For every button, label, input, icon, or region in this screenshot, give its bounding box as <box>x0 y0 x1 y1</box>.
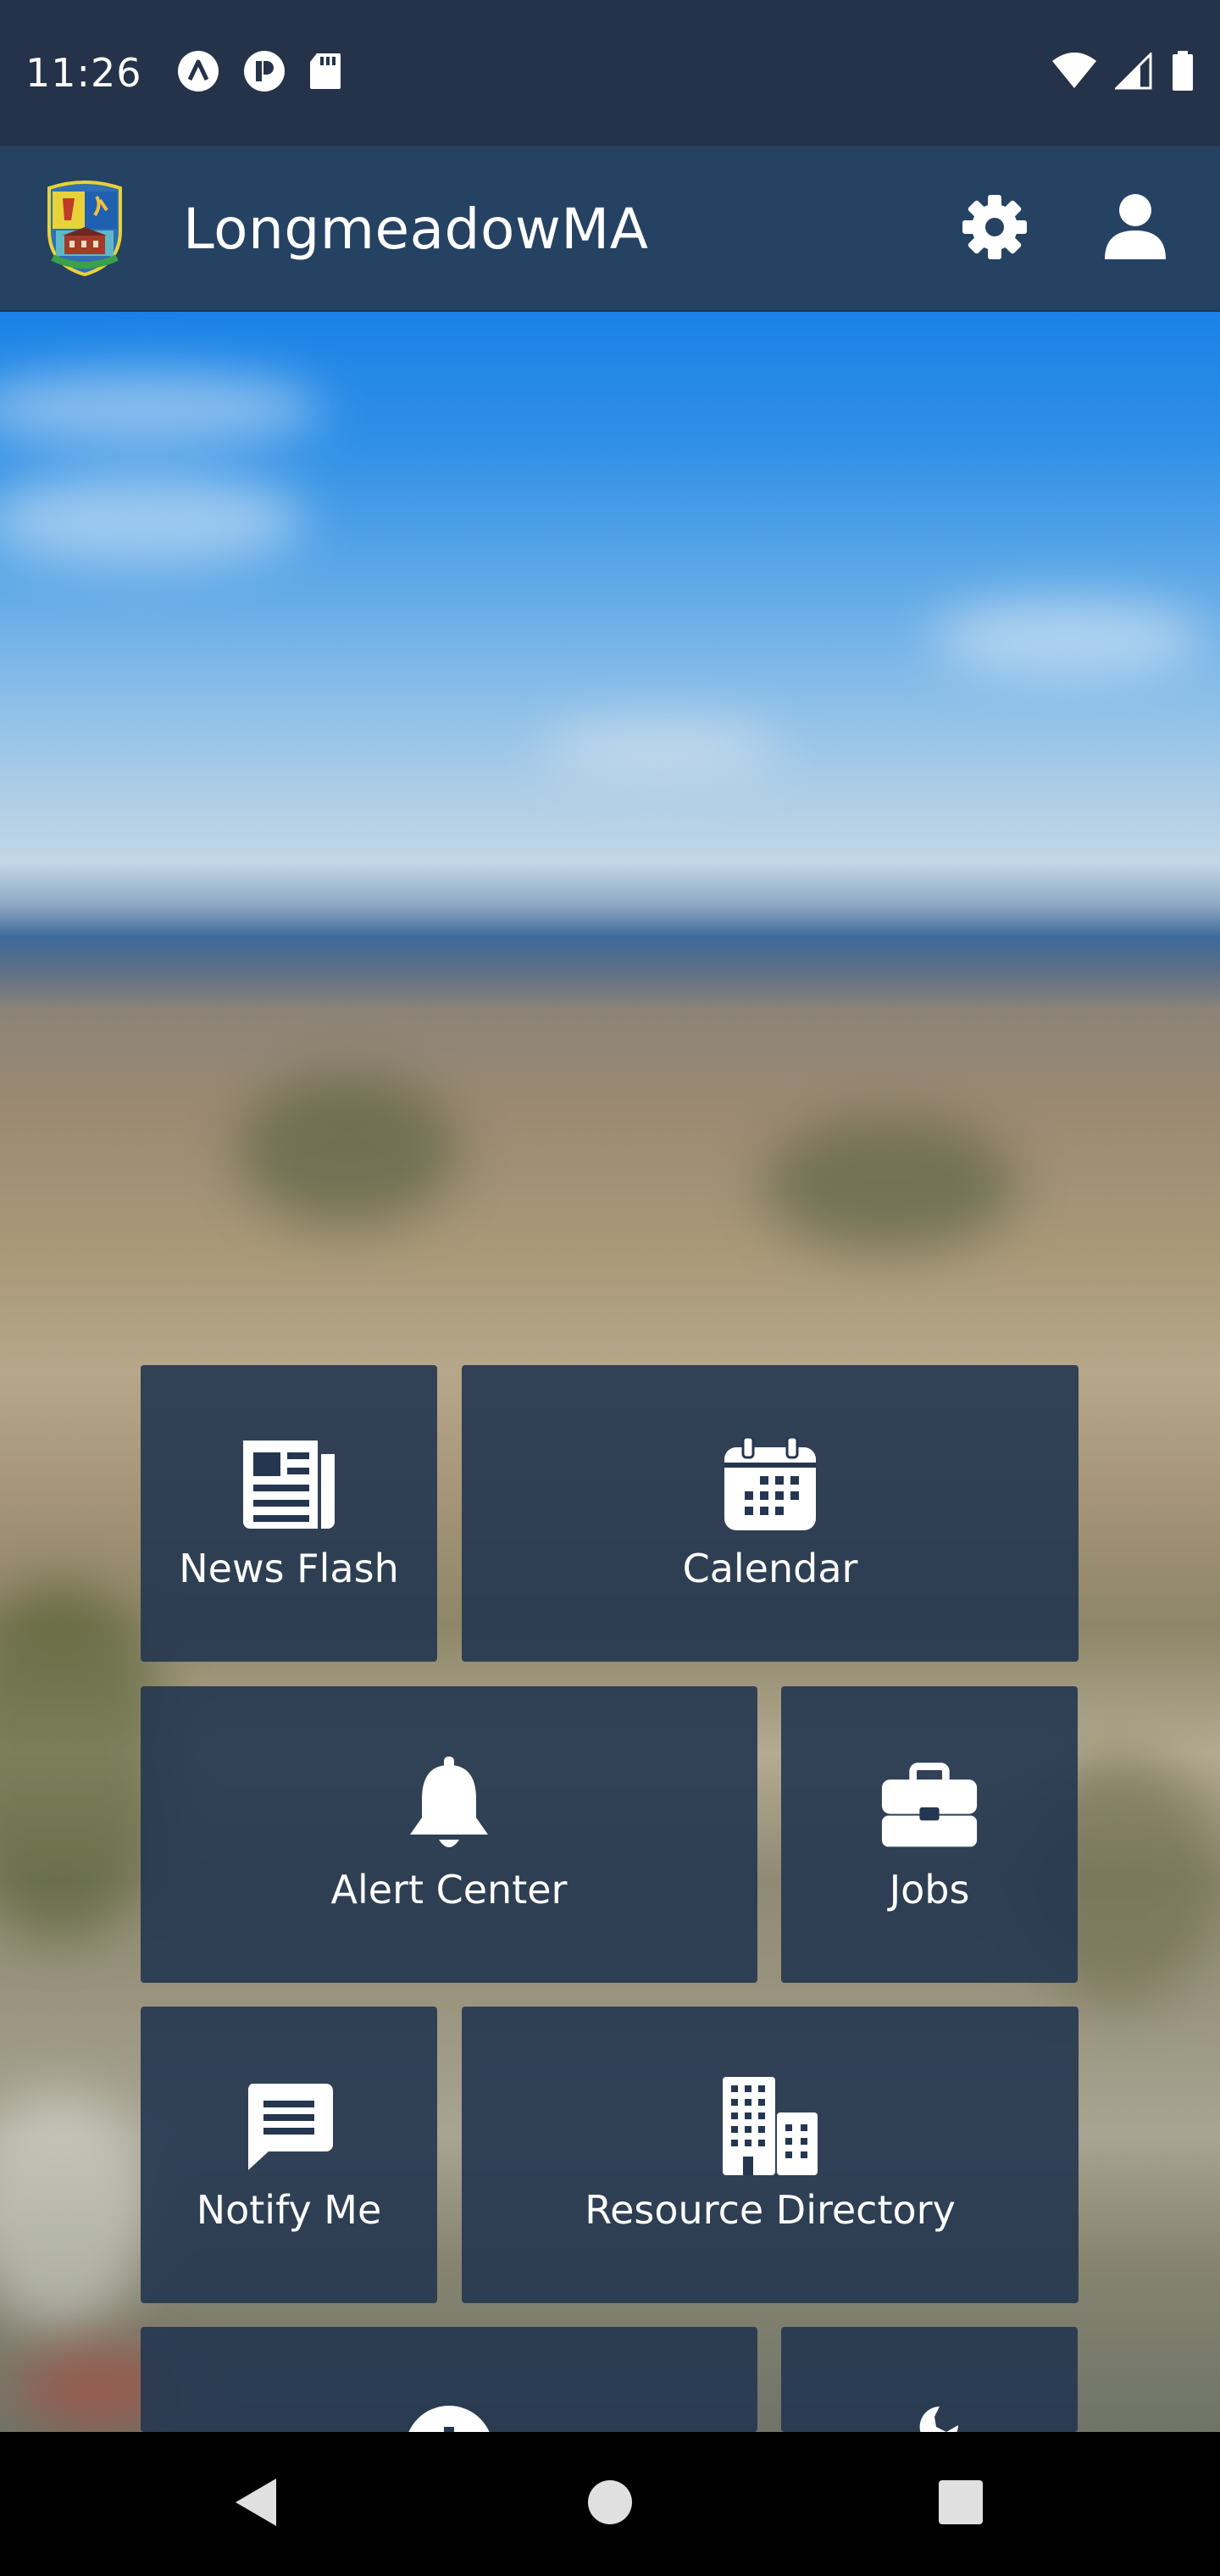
town-seal-logo <box>41 180 129 277</box>
tile-label: News Flash <box>179 1546 399 1591</box>
arch-icon <box>176 49 220 97</box>
tile-label: Resource Directory <box>585 2187 956 2233</box>
settings-icon <box>961 193 1029 265</box>
plus-circle-icon <box>402 2403 496 2432</box>
cell-signal-icon <box>1113 50 1152 94</box>
status-icons-left <box>176 49 342 97</box>
back-icon <box>230 2475 281 2534</box>
profile-button[interactable] <box>1095 188 1176 269</box>
settings-button[interactable] <box>954 188 1035 269</box>
tile-label: Notify Me <box>196 2187 382 2233</box>
tile-news-flash[interactable]: News Flash <box>141 1365 437 1662</box>
tile-partial-tools[interactable] <box>781 2327 1078 2432</box>
status-bar: 11:26 <box>0 0 1220 146</box>
wifi-icon <box>1052 52 1096 94</box>
battery-icon <box>1171 50 1195 96</box>
system-nav-bar <box>0 2432 1220 2576</box>
sd-card-icon <box>308 52 342 95</box>
p-icon <box>242 49 286 97</box>
nav-back-button[interactable] <box>222 2470 290 2538</box>
home-icon <box>586 2479 634 2530</box>
wrench-icon <box>896 2403 963 2432</box>
tile-label: Alert Center <box>330 1867 568 1913</box>
profile-icon <box>1103 193 1167 265</box>
tile-calendar[interactable]: Calendar <box>462 1365 1079 1662</box>
status-icons-right <box>1052 50 1195 96</box>
tile-label: Calendar <box>682 1546 858 1591</box>
app-title: LongmeadowMA <box>183 197 649 262</box>
tile-label: Jobs <box>889 1867 970 1913</box>
recents-icon <box>937 2479 984 2530</box>
tile-resource-directory[interactable]: Resource Directory <box>462 2007 1079 2303</box>
tile-alert-center[interactable]: Alert Center <box>141 1686 757 1983</box>
calendar-icon <box>721 1435 819 1534</box>
status-time: 11:26 <box>25 50 142 96</box>
tile-notify-me[interactable]: Notify Me <box>141 2007 437 2303</box>
briefcase-icon <box>880 1757 979 1855</box>
bell-icon <box>400 1757 498 1855</box>
tile-jobs[interactable]: Jobs <box>781 1686 1078 1983</box>
nav-home-button[interactable] <box>576 2470 644 2538</box>
buildings-icon <box>721 2077 819 2175</box>
newspaper-icon <box>240 1435 338 1534</box>
app-bar: LongmeadowMA <box>0 146 1220 312</box>
nav-recents-button[interactable] <box>927 2470 995 2538</box>
tile-partial-add[interactable] <box>141 2327 757 2432</box>
message-icon <box>240 2077 338 2175</box>
